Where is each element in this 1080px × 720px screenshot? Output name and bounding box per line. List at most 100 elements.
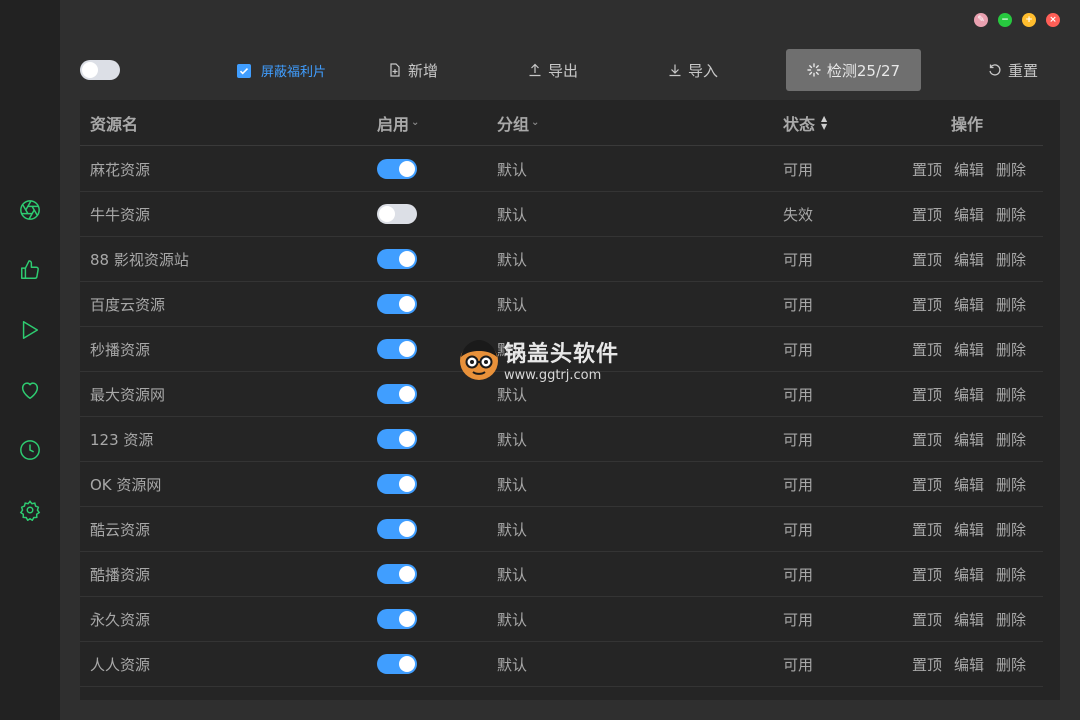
row-group-text: 默认 [497,655,528,674]
add-button[interactable]: 新增 [388,48,438,92]
clock-icon[interactable] [18,438,42,462]
pin-top-button[interactable]: 置顶 [912,609,942,630]
pin-top-button[interactable]: 置顶 [912,204,942,225]
row-group-text: 默认 [497,610,528,629]
toggle-knob [399,341,415,357]
row-enable-toggle[interactable] [377,204,417,224]
pin-top-button[interactable]: 置顶 [912,249,942,270]
row-name: 麻花资源 [90,147,150,191]
row-enable-toggle[interactable] [377,294,417,314]
row-group-text: 默认 [497,205,528,224]
edit-button[interactable]: 编辑 [954,159,984,180]
pin-top-button[interactable]: 置顶 [912,429,942,450]
pin-top-button[interactable]: 置顶 [912,474,942,495]
add-file-icon [390,63,400,77]
row-status-text: 可用 [783,565,814,584]
aperture-icon[interactable] [18,198,42,222]
thumbs-up-icon[interactable] [18,258,42,282]
add-button-label: 新增 [408,61,439,80]
edit-button[interactable]: 编辑 [954,249,984,270]
pin-top-button[interactable]: 置顶 [912,519,942,540]
row-group: 默认 [497,507,527,551]
row-ops: 置顶 编辑 删除 [912,282,1026,326]
heart-icon[interactable] [18,378,42,402]
sort-icon[interactable]: ▲ ▼ [821,114,827,131]
edit-button[interactable]: 编辑 [954,474,984,495]
pin-top-button[interactable]: 置顶 [912,159,942,180]
header-name: 资源名 [90,100,138,145]
delete-button[interactable]: 删除 [996,519,1026,540]
main-toggle[interactable] [80,60,120,80]
row-enable-toggle[interactable] [377,429,417,449]
pin-top-button[interactable]: 置顶 [912,654,942,675]
row-name: 牛牛资源 [90,192,150,236]
edit-button[interactable]: 编辑 [954,654,984,675]
checkbox-label: 屏蔽福利片 [261,65,327,80]
header-status[interactable]: 状态 ▲ ▼ [783,100,827,145]
gear-icon[interactable] [18,498,42,522]
edit-button[interactable]: 编辑 [954,204,984,225]
play-icon[interactable] [18,318,42,342]
edit-button[interactable]: 编辑 [954,384,984,405]
delete-button[interactable]: 删除 [996,429,1026,450]
header-group[interactable]: 分组 ⌄ [497,100,539,145]
pin-top-button[interactable]: 置顶 [912,384,942,405]
pin-top-button[interactable]: 置顶 [912,339,942,360]
delete-button[interactable]: 删除 [996,654,1026,675]
block-adult-checkbox[interactable]: 屏蔽福利片 [237,61,326,80]
delete-button[interactable]: 删除 [996,609,1026,630]
toolbar: 屏蔽福利片 新增 导出 导入 检测25/27 重置 [80,48,1060,92]
reset-button[interactable]: 重置 [988,48,1038,92]
delete-button[interactable]: 删除 [996,249,1026,270]
edit-button[interactable]: 编辑 [954,564,984,585]
row-enable-toggle[interactable] [377,609,417,629]
edit-button[interactable]: 编辑 [954,429,984,450]
row-enable [377,507,417,551]
row-group: 默认 [497,552,527,596]
row-status: 可用 [783,282,813,326]
row-enable [377,147,417,191]
row-enable-toggle[interactable] [377,249,417,269]
row-enable-toggle[interactable] [377,474,417,494]
delete-button[interactable]: 删除 [996,474,1026,495]
window-pin-button[interactable]: ✎ [974,13,988,27]
window-minimize-button[interactable]: − [998,13,1012,27]
edit-button[interactable]: 编辑 [954,294,984,315]
window-maximize-button[interactable]: + [1022,13,1036,27]
row-status: 可用 [783,597,813,641]
row-group: 默认 [497,147,527,191]
row-name: 88 影视资源站 [90,237,189,281]
window-close-button[interactable]: × [1046,13,1060,27]
row-enable-toggle[interactable] [377,564,417,584]
row-enable-toggle[interactable] [377,159,417,179]
delete-button[interactable]: 删除 [996,159,1026,180]
table-row: 秒播资源 默认 可用 置顶 编辑 删除 [80,327,1043,372]
check-sources-button[interactable]: 检测25/27 [786,49,921,91]
row-name: 永久资源 [90,597,150,641]
edit-button[interactable]: 编辑 [954,339,984,360]
row-enable-toggle[interactable] [377,384,417,404]
sidebar [0,0,60,720]
pin-top-button[interactable]: 置顶 [912,294,942,315]
header-enable[interactable]: 启用 ⌄ [377,100,419,145]
import-button[interactable]: 导入 [668,48,718,92]
checkbox-box[interactable] [237,63,251,78]
edit-button[interactable]: 编辑 [954,609,984,630]
table-row: 酷云资源 默认 可用 置顶 编辑 删除 [80,507,1043,552]
header-group-label: 分组 [497,114,530,134]
check-icon [239,67,249,75]
pin-top-button[interactable]: 置顶 [912,564,942,585]
delete-button[interactable]: 删除 [996,294,1026,315]
delete-button[interactable]: 删除 [996,339,1026,360]
delete-button[interactable]: 删除 [996,564,1026,585]
delete-button[interactable]: 删除 [996,204,1026,225]
row-status: 失效 [783,192,813,236]
edit-button[interactable]: 编辑 [954,519,984,540]
row-enable-toggle[interactable] [377,339,417,359]
delete-button[interactable]: 删除 [996,384,1026,405]
table-row: 永久资源 默认 可用 置顶 编辑 删除 [80,597,1043,642]
row-enable-toggle[interactable] [377,654,417,674]
export-button[interactable]: 导出 [528,48,578,92]
row-enable-toggle[interactable] [377,519,417,539]
toggle-knob [399,251,415,267]
